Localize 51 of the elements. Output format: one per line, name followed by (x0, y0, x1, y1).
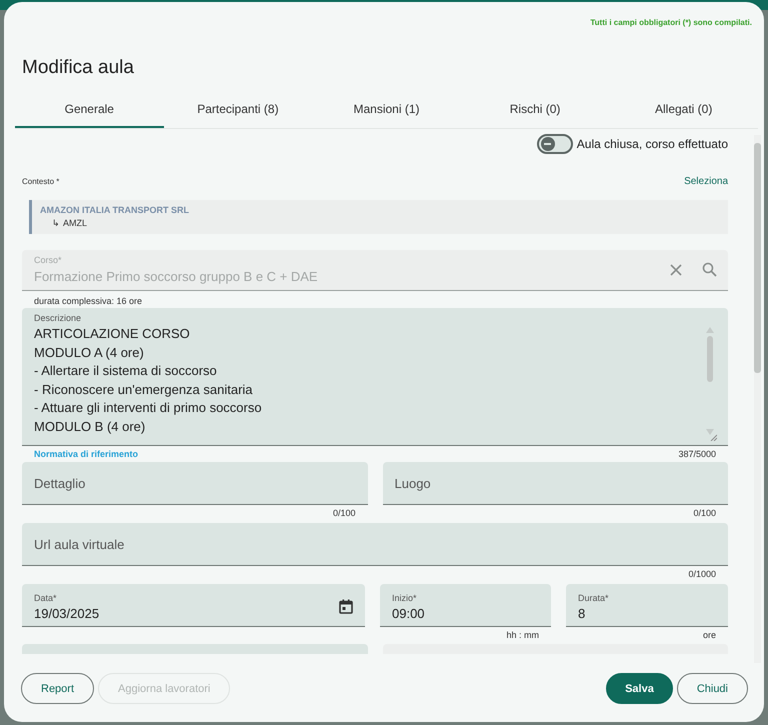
input-field[interactable]: Url aula virtuale (22, 523, 728, 566)
character-counter: 0/1000 (688, 568, 716, 578)
format-hint: hh : mm (506, 630, 539, 640)
scrollbar[interactable] (706, 327, 714, 435)
scrollbar[interactable] (754, 135, 761, 663)
field-label: Contesto * (22, 177, 60, 186)
save-button[interactable]: Salva (606, 673, 673, 704)
field-value: Formazione Primo soccorso gruppo B e C + DAE (34, 269, 319, 284)
input-field[interactable]: Durata* 8 (566, 584, 728, 627)
dialog-title: Modifica aula (22, 57, 135, 79)
input-field[interactable]: Luogo (382, 462, 728, 505)
button[interactable]: Report (21, 673, 94, 704)
description-field[interactable]: Descrizione ARTICOLAZIONE CORSO MODULO A (4 ore) - Allertare il sistema di soccorso - Riconoscere un'emergenza sanitaria - Attuare gli interventi di primo soccorso MODULO B (4 ore) (22, 308, 728, 446)
placeholder-text: Url aula virtuale (34, 536, 124, 552)
validation-message: Tutti i campi obbligatori (*) sono compilati. (590, 18, 752, 27)
input-field[interactable]: Inizio* 09:00 (380, 584, 551, 627)
field-label: Inizio* (392, 592, 418, 602)
format-hint: ore (702, 630, 716, 640)
input-field[interactable]: Data* 19/03/2025 (22, 584, 365, 627)
placeholder-text: Dettaglio (34, 476, 86, 490)
character-counter: 0/100 (693, 508, 716, 518)
field-label: Durata* (578, 592, 610, 602)
tab[interactable]: Rischi (0) (460, 91, 610, 128)
select-link[interactable]: Seleziona (684, 176, 728, 187)
resize-handle-icon[interactable] (710, 434, 717, 441)
scroll-down-icon[interactable] (706, 429, 714, 435)
field-label: Descrizione (34, 313, 82, 323)
switch-label: Aula chiusa, corso effettuato (576, 137, 728, 151)
field-value: 8 (578, 606, 586, 620)
input-field[interactable]: Dettaglio (22, 462, 368, 505)
field-label: Data* (34, 592, 58, 602)
field-value: ARTICOLAZIONE CORSO MODULO A (4 ore) - Allertare il sistema di soccorso - Riconoscere un'emergenza sanitaria - Attuare gli interventi di primo soccorso MODULO B (4 ore) (34, 325, 263, 436)
tab[interactable]: Allegati (0) (609, 91, 758, 128)
scroll-up-icon[interactable] (706, 327, 714, 333)
input-field[interactable] (22, 644, 368, 654)
tab[interactable]: Generale (15, 91, 164, 128)
field-value: 09:00 (392, 606, 426, 620)
placeholder-text: Luogo (394, 476, 431, 490)
field-label: Corso* (34, 255, 63, 265)
tab[interactable]: Partecipanti (8) (164, 91, 312, 128)
tab[interactable]: Mansioni (1) (312, 91, 461, 128)
character-counter: 0/100 (332, 508, 356, 518)
branch-arrow: ↳ (52, 218, 60, 228)
field-value: 19/03/2025 (34, 606, 100, 620)
button[interactable]: Chiudi (676, 673, 748, 704)
duration-hint: durata complessiva: 16 ore (34, 296, 144, 306)
company-name: AMAZON ITALIA TRANSPORT SRL (40, 205, 190, 215)
branch-name: AMZL (63, 218, 88, 228)
character-counter: 387/5000 (678, 449, 716, 459)
toggle-switch[interactable] (536, 134, 573, 154)
calendar-icon[interactable] (339, 599, 353, 614)
